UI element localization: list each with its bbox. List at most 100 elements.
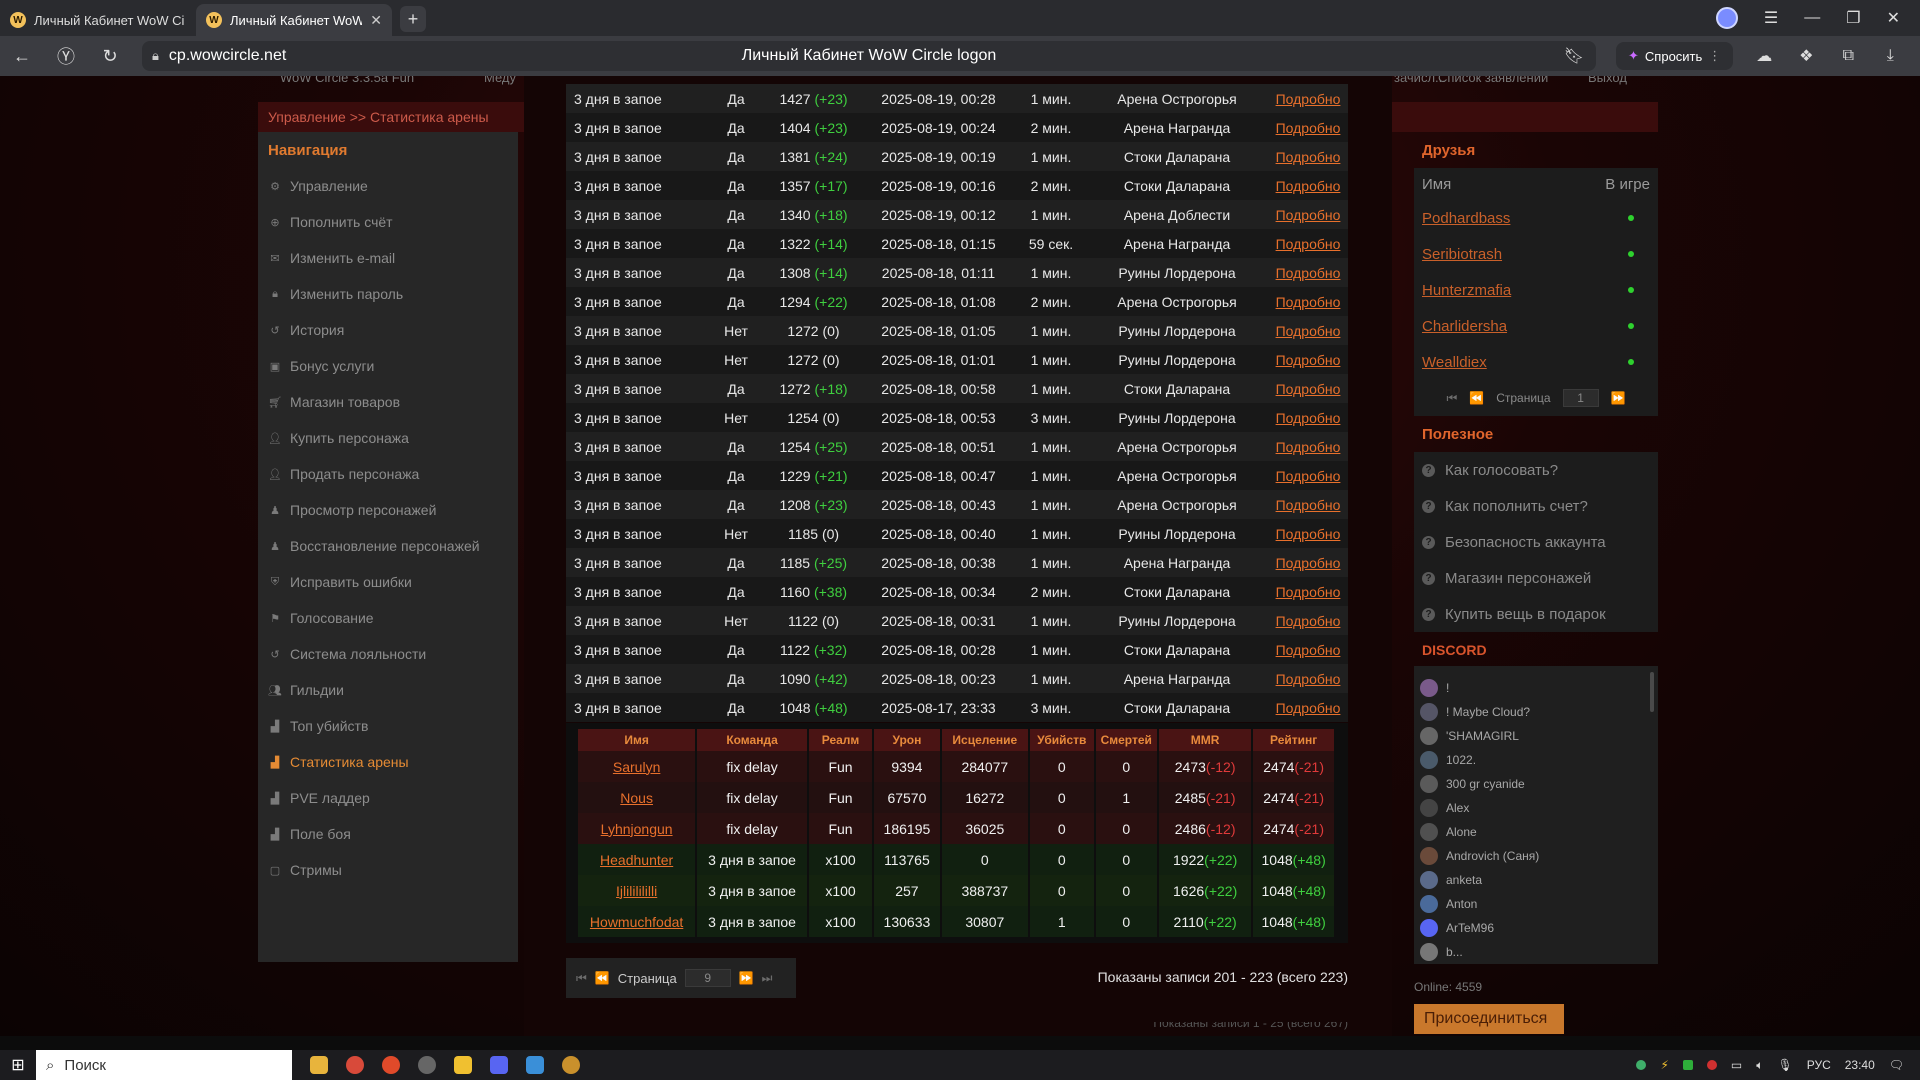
wow-icon[interactable] bbox=[562, 1056, 580, 1074]
language-indicator[interactable]: РУС bbox=[1807, 1058, 1831, 1072]
details-link[interactable]: Подробно bbox=[1268, 497, 1348, 513]
app-icon[interactable] bbox=[454, 1056, 472, 1074]
next-page-icon[interactable]: ⏩ bbox=[739, 971, 754, 985]
extension-icon[interactable]: ❖ bbox=[1795, 46, 1817, 66]
useful-link[interactable]: ? Купить вещь в подарок bbox=[1414, 596, 1658, 632]
discord-member[interactable]: Alone bbox=[1420, 820, 1658, 844]
nav-menu[interactable]: Меду bbox=[484, 76, 516, 85]
collections-icon[interactable]: ⧉ bbox=[1837, 47, 1859, 65]
sidebar-item[interactable]: ▟ Статистика арены bbox=[258, 744, 518, 780]
cloud-icon[interactable]: ☁ bbox=[1753, 46, 1775, 66]
details-link[interactable]: Подробно bbox=[1268, 555, 1348, 571]
sidebar-item[interactable]: 🛒︎ Магазин товаров bbox=[258, 384, 518, 420]
friend-name-link[interactable]: Podhardbass bbox=[1422, 210, 1510, 227]
sidebar-item[interactable]: ▟ Поле боя bbox=[258, 816, 518, 852]
nav-server[interactable]: WoW Circle 3.3.5a Fun bbox=[280, 76, 414, 85]
discord-icon[interactable] bbox=[490, 1056, 508, 1074]
last-page-icon[interactable]: ⏭ bbox=[762, 971, 773, 986]
discord-member[interactable]: b... bbox=[1420, 940, 1658, 964]
sidebar-item[interactable]: ▢ Стримы bbox=[258, 852, 518, 888]
close-tab-icon[interactable]: ✕ bbox=[370, 12, 382, 29]
details-link[interactable]: Подробно bbox=[1268, 178, 1348, 194]
details-link[interactable]: Подробно bbox=[1268, 294, 1348, 310]
discord-member[interactable]: 300 gr cyanide bbox=[1420, 772, 1658, 796]
nav-requests[interactable]: Список заявлений bbox=[1438, 76, 1548, 85]
address-bar[interactable]: 🔒︎ cp.wowcircle.net Личный Кабинет WoW C… bbox=[142, 41, 1596, 71]
sidebar-item[interactable]: ▟ PVE ладдер bbox=[258, 780, 518, 816]
details-link[interactable]: Подробно bbox=[1268, 323, 1348, 339]
sidebar-item[interactable]: 🔒︎ Изменить пароль bbox=[258, 276, 518, 312]
reload-icon[interactable]: ↻ bbox=[98, 46, 122, 67]
notifications-icon[interactable]: 🗨︎ bbox=[1889, 1058, 1904, 1072]
details-link[interactable]: Подробно bbox=[1268, 352, 1348, 368]
useful-link[interactable]: ? Как пополнить счет? bbox=[1414, 488, 1658, 524]
useful-link[interactable]: ? Магазин персонажей bbox=[1414, 560, 1658, 596]
discord-scrollbar[interactable] bbox=[1650, 672, 1654, 712]
sidebar-item[interactable]: ⛨ Исправить ошибки bbox=[258, 564, 518, 600]
tray-app-icon[interactable] bbox=[1706, 1060, 1717, 1070]
new-tab-button[interactable]: + bbox=[400, 6, 426, 32]
sidebar-item[interactable]: 👤︎ Продать персонажа bbox=[258, 456, 518, 492]
details-link[interactable]: Подробно bbox=[1268, 381, 1348, 397]
profile-avatar-icon[interactable] bbox=[1715, 7, 1738, 29]
discord-member[interactable]: Alex bbox=[1420, 796, 1658, 820]
details-link[interactable]: Подробно bbox=[1268, 613, 1348, 629]
more-icon[interactable]: ⋮ bbox=[1708, 48, 1721, 64]
windows-start-icon[interactable]: ⊞ bbox=[0, 1055, 36, 1075]
first-page-icon[interactable]: ⏮ bbox=[1446, 391, 1457, 406]
friend-name-link[interactable]: Seribiotrash bbox=[1422, 246, 1502, 263]
taskbar-search[interactable]: ⌕ Поиск bbox=[36, 1050, 292, 1080]
details-link[interactable]: Подробно bbox=[1268, 207, 1348, 223]
first-page-icon[interactable]: ⏮ bbox=[576, 971, 587, 986]
details-link[interactable]: Подробно bbox=[1268, 439, 1348, 455]
sidebar-item[interactable]: ⊕ Пополнить счёт bbox=[258, 204, 518, 240]
mic-icon[interactable]: 🎙︎ bbox=[1777, 1058, 1792, 1072]
tray-app-icon[interactable] bbox=[1682, 1060, 1693, 1070]
sidebar-item[interactable]: 👤︎ Купить персонажа bbox=[258, 420, 518, 456]
details-link[interactable]: Подробно bbox=[1268, 265, 1348, 281]
discord-member[interactable]: ! bbox=[1420, 676, 1658, 700]
details-link[interactable]: Подробно bbox=[1268, 236, 1348, 252]
restore-icon[interactable]: ❐ bbox=[1846, 8, 1860, 28]
details-link[interactable]: Подробно bbox=[1268, 642, 1348, 658]
player-link[interactable]: Headhunter bbox=[600, 852, 673, 868]
minimize-icon[interactable]: — bbox=[1804, 9, 1820, 27]
yandex-icon[interactable]: Ⓨ bbox=[54, 43, 78, 69]
discord-member[interactable]: 1022. bbox=[1420, 748, 1658, 772]
details-link[interactable]: Подробно bbox=[1268, 700, 1348, 716]
page-number-input[interactable]: 1 bbox=[1562, 389, 1599, 407]
sidebar-item[interactable]: ▟ Топ убийств bbox=[258, 708, 518, 744]
prev-page-icon[interactable]: ⏪ bbox=[595, 971, 610, 985]
tray-app-icon[interactable]: ⚡ bbox=[1660, 1058, 1668, 1072]
sidebar-item[interactable]: ⚑ Голосование bbox=[258, 600, 518, 636]
volume-icon[interactable]: 🔈︎ bbox=[1756, 1058, 1763, 1073]
ask-ai-button[interactable]: ✦ Спросить ⋮ bbox=[1616, 42, 1734, 70]
discord-member[interactable]: 'SHAMAGIRL bbox=[1420, 724, 1658, 748]
download-icon[interactable]: ⤓ bbox=[1879, 47, 1901, 65]
prev-page-icon[interactable]: ⏪ bbox=[1469, 391, 1484, 405]
details-link[interactable]: Подробно bbox=[1268, 410, 1348, 426]
sidebar-item[interactable]: ▣ Бонус услуги bbox=[258, 348, 518, 384]
menu-icon[interactable]: ☰ bbox=[1764, 8, 1778, 28]
sidebar-item[interactable]: ↺ Система лояльности bbox=[258, 636, 518, 672]
nav-logout[interactable]: Выход bbox=[1588, 76, 1627, 85]
friend-name-link[interactable]: Charlidersha bbox=[1422, 318, 1507, 335]
browser-tab-1[interactable]: W Личный Кабинет WoW Ci bbox=[0, 4, 196, 36]
details-link[interactable]: Подробно bbox=[1268, 468, 1348, 484]
terminal-icon[interactable] bbox=[526, 1056, 544, 1074]
clock[interactable]: 23:40 bbox=[1845, 1058, 1875, 1072]
discord-member[interactable]: anketa bbox=[1420, 868, 1658, 892]
useful-link[interactable]: ? Безопасность аккаунта bbox=[1414, 524, 1658, 560]
useful-link[interactable]: ? Как голосовать? bbox=[1414, 452, 1658, 488]
sidebar-item[interactable]: ✉ Изменить e-mail bbox=[258, 240, 518, 276]
sidebar-item[interactable]: ♟ Просмотр персонажей bbox=[258, 492, 518, 528]
network-icon[interactable]: ▭ bbox=[1731, 1058, 1742, 1072]
details-link[interactable]: Подробно bbox=[1268, 120, 1348, 136]
discord-member[interactable]: Anton bbox=[1420, 892, 1658, 916]
player-link[interactable]: Ijlililililli bbox=[616, 883, 657, 899]
next-page-icon[interactable]: ⏩ bbox=[1611, 391, 1626, 405]
back-arrow-icon[interactable]: ← bbox=[10, 46, 34, 67]
close-window-icon[interactable]: ✕ bbox=[1887, 8, 1900, 28]
bookmark-icon[interactable]: 🔖︎ bbox=[1564, 46, 1584, 66]
file-explorer-icon[interactable] bbox=[310, 1056, 328, 1074]
